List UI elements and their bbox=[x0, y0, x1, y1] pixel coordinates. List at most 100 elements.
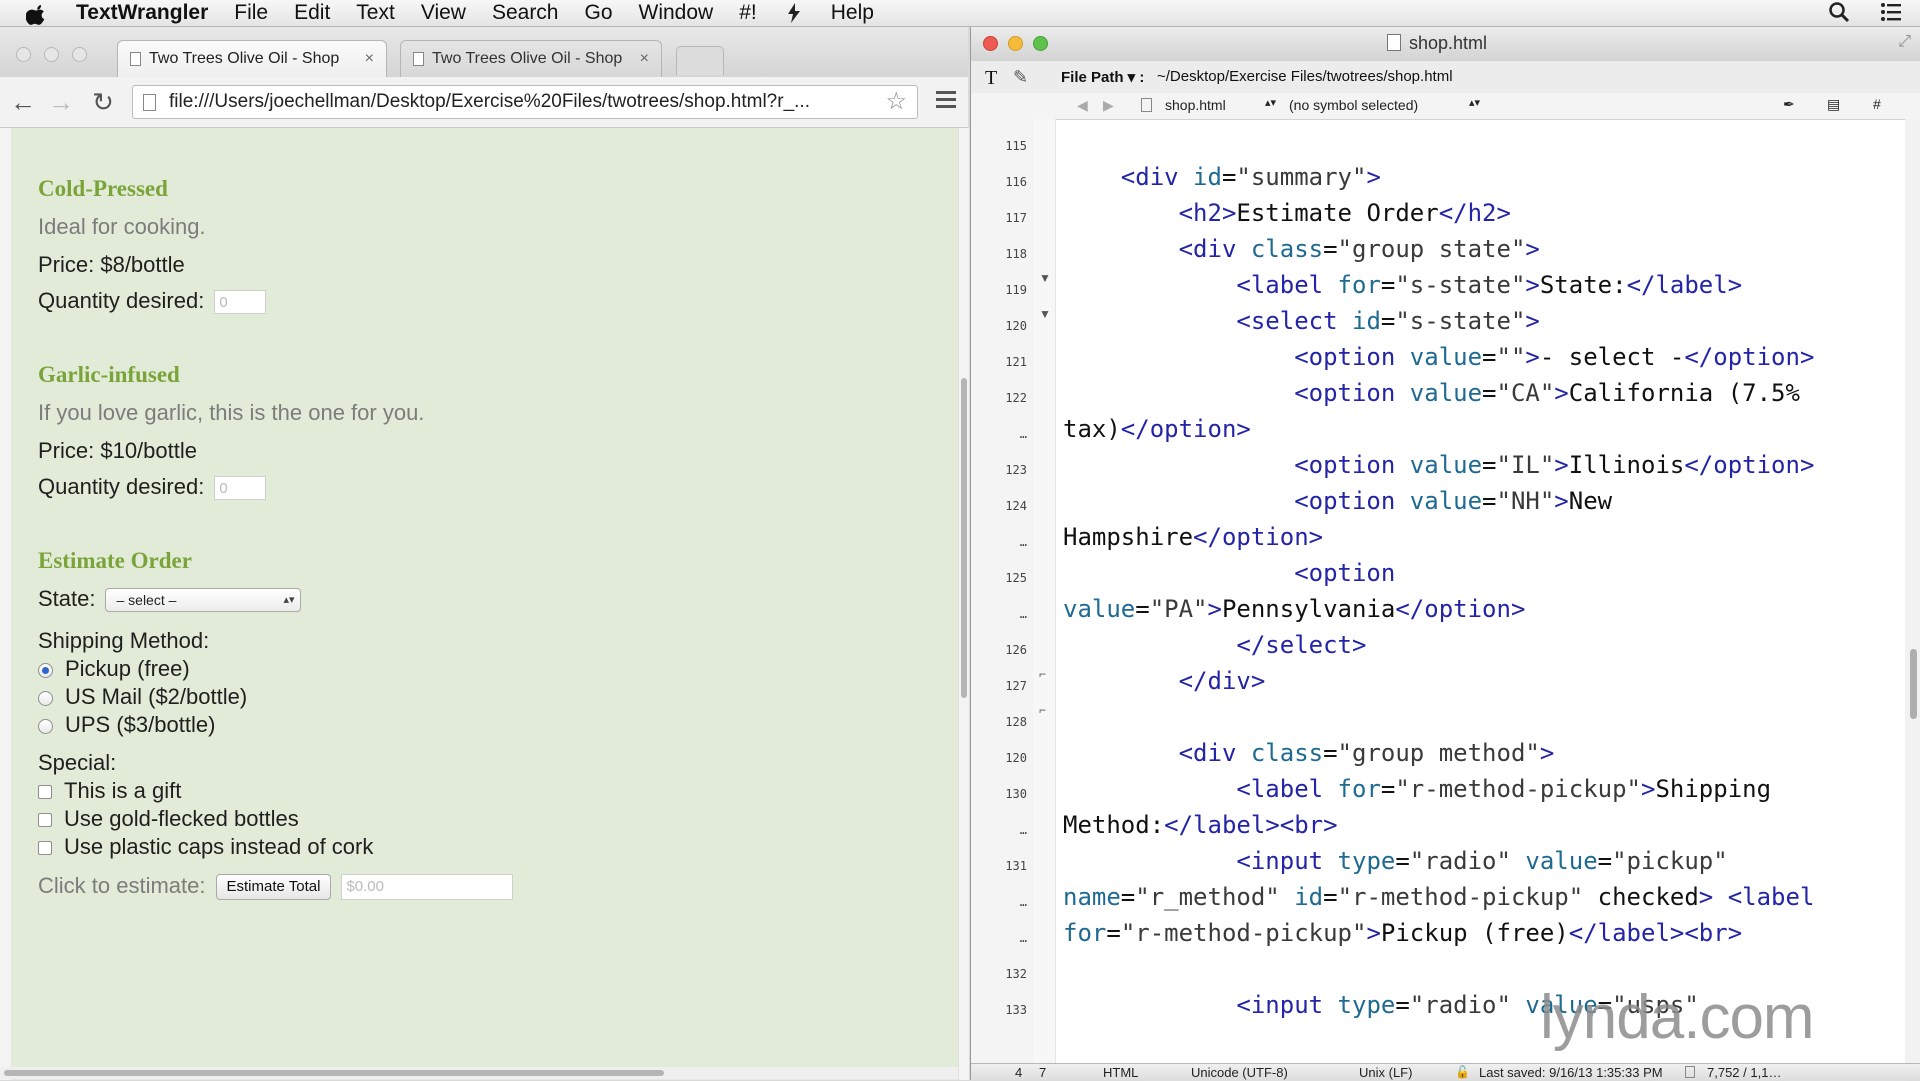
special-option-row[interactable]: Use plastic caps instead of cork bbox=[38, 834, 373, 860]
back-arrow-icon[interactable]: ← bbox=[10, 89, 36, 115]
shipping-option-row[interactable]: US Mail ($2/bottle) bbox=[38, 684, 247, 710]
menu-file[interactable]: File bbox=[234, 1, 268, 25]
code-line[interactable]: value="PA">Pennsylvania</option> bbox=[1063, 595, 1525, 623]
fullscreen-icon[interactable]: ⤢ bbox=[1898, 33, 1911, 51]
code-line[interactable]: Method:</label><br> bbox=[1063, 811, 1338, 839]
browser-tab-active[interactable]: Two Trees Olive Oil - Shop × bbox=[117, 40, 387, 77]
estimate-total-button[interactable]: Estimate Total bbox=[215, 874, 332, 901]
menu-go[interactable]: Go bbox=[585, 1, 613, 25]
document-menu-icon[interactable]: ▤ bbox=[1827, 96, 1840, 113]
editor-vertical-scrollbar[interactable] bbox=[1905, 119, 1920, 1063]
quantity-input[interactable]: 0 bbox=[214, 290, 267, 315]
state-select[interactable]: – select – ▴▾ bbox=[105, 588, 302, 613]
scrollbar-thumb[interactable] bbox=[1910, 649, 1917, 719]
line-endings-menu[interactable]: Unix (LF) bbox=[1359, 1064, 1412, 1081]
shipping-option-label[interactable]: US Mail ($2/bottle) bbox=[65, 684, 247, 709]
shipping-radio[interactable] bbox=[38, 662, 53, 678]
close-tab-icon[interactable]: × bbox=[640, 50, 649, 68]
special-checkbox[interactable] bbox=[38, 785, 52, 800]
fold-triangle-icon[interactable]: ▼ bbox=[1039, 307, 1051, 321]
special-option-label[interactable]: Use plastic caps instead of cork bbox=[64, 834, 373, 859]
line-number: … bbox=[1019, 607, 1027, 621]
code-line[interactable]: for="r-method-pickup">Pickup (free)</lab… bbox=[1063, 919, 1742, 947]
zoom-window-button[interactable] bbox=[72, 47, 87, 62]
menu-window[interactable]: Window bbox=[639, 1, 714, 25]
special-option-row[interactable]: This is a gift bbox=[38, 778, 181, 804]
menu-shebang[interactable]: #! bbox=[739, 1, 757, 25]
code-line[interactable]: <label for="s-state">State:</label> bbox=[1063, 271, 1742, 299]
list-icon[interactable] bbox=[1880, 1, 1902, 23]
lock-icon[interactable]: 🔓 bbox=[1455, 1064, 1470, 1081]
shipping-radio[interactable] bbox=[38, 718, 53, 734]
menu-search[interactable]: Search bbox=[492, 1, 559, 25]
next-arrow-icon[interactable]: ▶ bbox=[1103, 97, 1114, 114]
menu-edit[interactable]: Edit bbox=[294, 1, 330, 25]
shipping-option-row[interactable]: Pickup (free) bbox=[38, 656, 190, 682]
code-line[interactable]: <option bbox=[1063, 559, 1395, 587]
page-vertical-scrollbar[interactable] bbox=[958, 128, 969, 1080]
code-line[interactable]: </div> bbox=[1063, 667, 1266, 695]
code-line[interactable]: tax)</option> bbox=[1063, 415, 1251, 443]
close-window-button[interactable] bbox=[983, 36, 998, 51]
code-line[interactable]: <option value="NH">New bbox=[1063, 487, 1612, 515]
special-checkbox[interactable] bbox=[38, 841, 52, 856]
code-line[interactable]: <input type="radio" value="pickup" bbox=[1063, 847, 1727, 875]
special-option-row[interactable]: Use gold-flecked bottles bbox=[38, 806, 299, 832]
shipping-option-label[interactable]: UPS ($3/bottle) bbox=[65, 712, 215, 737]
spotlight-icon[interactable] bbox=[1828, 1, 1850, 23]
text-options-icon[interactable]: T bbox=[985, 67, 997, 90]
browser-tab[interactable]: Two Trees Olive Oil - Shop × bbox=[400, 40, 662, 77]
encoding-menu[interactable]: Unicode (UTF-8) bbox=[1191, 1064, 1288, 1081]
menu-help[interactable]: Help bbox=[831, 1, 874, 25]
code-line[interactable]: <h2>Estimate Order</h2> bbox=[1063, 199, 1511, 227]
total-field[interactable]: $0.00 bbox=[341, 874, 514, 901]
pencil-icon[interactable]: ✎ bbox=[1013, 67, 1028, 88]
close-window-button[interactable] bbox=[16, 47, 31, 62]
script-icon[interactable] bbox=[783, 2, 805, 24]
zoom-window-button[interactable] bbox=[1033, 36, 1048, 51]
shipping-option-label[interactable]: Pickup (free) bbox=[65, 656, 190, 681]
code-line[interactable]: <option value="CA">California (7.5% bbox=[1063, 379, 1800, 407]
code-line[interactable]: name="r_method" id="r-method-pickup" che… bbox=[1063, 883, 1814, 911]
code-line[interactable]: <option value="">- select -</option> bbox=[1063, 343, 1814, 371]
scrollbar-thumb[interactable] bbox=[4, 1070, 664, 1076]
shipping-radio[interactable] bbox=[38, 690, 53, 706]
code-area[interactable]: <div id="summary"> <h2>Estimate Order</h… bbox=[1055, 119, 1905, 1063]
code-line[interactable]: </select> bbox=[1063, 631, 1366, 659]
hash-menu-icon[interactable]: # bbox=[1873, 96, 1881, 112]
menu-view[interactable]: View bbox=[421, 1, 466, 25]
code-line[interactable]: <div class="group method"> bbox=[1063, 739, 1555, 767]
code-line[interactable]: <div class="group state"> bbox=[1063, 235, 1540, 263]
file-path-label[interactable]: File Path ▾ : bbox=[1061, 68, 1144, 86]
previous-arrow-icon[interactable]: ◀ bbox=[1077, 97, 1088, 114]
reload-icon[interactable]: ↻ bbox=[90, 89, 116, 115]
scrollbar-thumb[interactable] bbox=[961, 378, 967, 698]
special-option-label[interactable]: Use gold-flecked bottles bbox=[64, 806, 299, 831]
forward-arrow-icon[interactable]: → bbox=[48, 89, 74, 115]
close-tab-icon[interactable]: × bbox=[365, 50, 374, 68]
quantity-input[interactable]: 0 bbox=[214, 476, 267, 501]
menu-app-name[interactable]: TextWrangler bbox=[76, 1, 208, 25]
language-menu[interactable]: HTML bbox=[1103, 1064, 1138, 1081]
nav-file-menu[interactable]: shop.html bbox=[1165, 97, 1226, 113]
code-line[interactable]: <select id="s-state"> bbox=[1063, 307, 1539, 335]
shipping-option-row[interactable]: UPS ($3/bottle) bbox=[38, 712, 215, 738]
pen-icon[interactable]: ✒ bbox=[1783, 96, 1795, 113]
minimize-window-button[interactable] bbox=[44, 47, 59, 62]
address-bar[interactable]: file:///Users/joechellman/Desktop/Exerci… bbox=[132, 85, 918, 119]
new-tab-button[interactable] bbox=[676, 46, 724, 75]
code-line[interactable]: <div id="summary"> bbox=[1063, 163, 1381, 191]
special-checkbox[interactable] bbox=[38, 813, 52, 828]
menu-text[interactable]: Text bbox=[356, 1, 395, 25]
special-option-label[interactable]: This is a gift bbox=[64, 778, 181, 803]
symbol-menu[interactable]: (no symbol selected) bbox=[1289, 97, 1418, 113]
page-horizontal-scrollbar[interactable] bbox=[0, 1067, 958, 1079]
hamburger-menu-icon[interactable] bbox=[936, 91, 956, 112]
code-line[interactable]: Hampshire</option> bbox=[1063, 523, 1323, 551]
code-line[interactable]: <label for="r-method-pickup">Shipping bbox=[1063, 775, 1771, 803]
minimize-window-button[interactable] bbox=[1008, 36, 1023, 51]
bookmark-star-icon[interactable]: ☆ bbox=[885, 86, 907, 118]
code-line[interactable]: <option value="IL">Illinois</option> bbox=[1063, 451, 1814, 479]
fold-triangle-icon[interactable]: ▼ bbox=[1039, 271, 1051, 285]
apple-icon[interactable] bbox=[25, 2, 48, 25]
